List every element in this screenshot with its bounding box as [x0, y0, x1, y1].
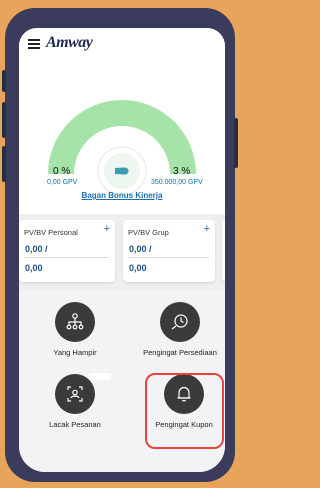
tile-pengingat-persediaan[interactable]: Pengingat Persediaan: [143, 302, 217, 357]
card-divider: [129, 257, 209, 258]
card-value: 0,00 /: [129, 244, 152, 254]
side-button: [2, 146, 6, 182]
tile-label: Pengingat Persediaan: [143, 348, 217, 357]
tile-lacak-pesanan[interactable]: Lacak Pesanan: [38, 374, 112, 429]
highlight-box: [145, 373, 224, 449]
card-personal[interactable]: PV/BV Personal + 0,00 / 0,00: [19, 220, 115, 282]
tile-yang-hampir[interactable]: Yang Hampir: [38, 302, 112, 357]
tile-label: Lacak Pesanan: [49, 420, 101, 429]
amway-logo: Amway: [46, 34, 93, 51]
add-icon[interactable]: +: [204, 223, 210, 235]
track-order-icon: [55, 374, 95, 414]
right-percent: 3 %: [173, 166, 191, 177]
card-value: 0,00 /: [25, 244, 48, 254]
card-group[interactable]: PV/BV Grup + 0,00 / 0,00: [123, 220, 215, 282]
clock-reminder-icon: [160, 302, 200, 342]
left-percent: 0 %: [53, 166, 71, 177]
card-partial[interactable]: P: [222, 220, 225, 282]
card-divider: [25, 257, 109, 258]
gauge-needle-icon: [115, 167, 129, 175]
app-header: Amway: [19, 28, 225, 56]
card-title: PV/BV Grup: [128, 228, 169, 237]
card-title: PV/BV Personal: [24, 228, 78, 237]
pv-bv-cards: PV/BV Personal + 0,00 / 0,00 PV/BV Grup …: [19, 220, 225, 282]
card-value: 0,00: [25, 263, 43, 273]
power-button: [234, 118, 238, 168]
tile-label: Yang Hampir: [53, 348, 97, 357]
menu-icon[interactable]: [28, 39, 40, 49]
bonus-chart-link[interactable]: Bagan Bonus Kinerja: [19, 191, 225, 200]
performance-gauge: 0 % 0,00 GPV 3 % 350.000,00 GPV Bagan Bo…: [19, 56, 225, 214]
phone-frame: Amway 0 % 0,00 GPV 3 % 350.000,00 GPV Ba…: [2, 8, 238, 482]
side-button: [2, 102, 6, 138]
left-gpv: 0,00 GPV: [47, 179, 78, 186]
add-icon[interactable]: +: [104, 223, 110, 235]
network-icon: [55, 302, 95, 342]
redaction-block: [89, 373, 111, 380]
right-gpv: 350.000,00 GPV: [151, 179, 203, 186]
card-value: 0,00: [129, 263, 147, 273]
side-button: [2, 70, 6, 92]
app-screen: Amway 0 % 0,00 GPV 3 % 350.000,00 GPV Ba…: [19, 28, 225, 472]
